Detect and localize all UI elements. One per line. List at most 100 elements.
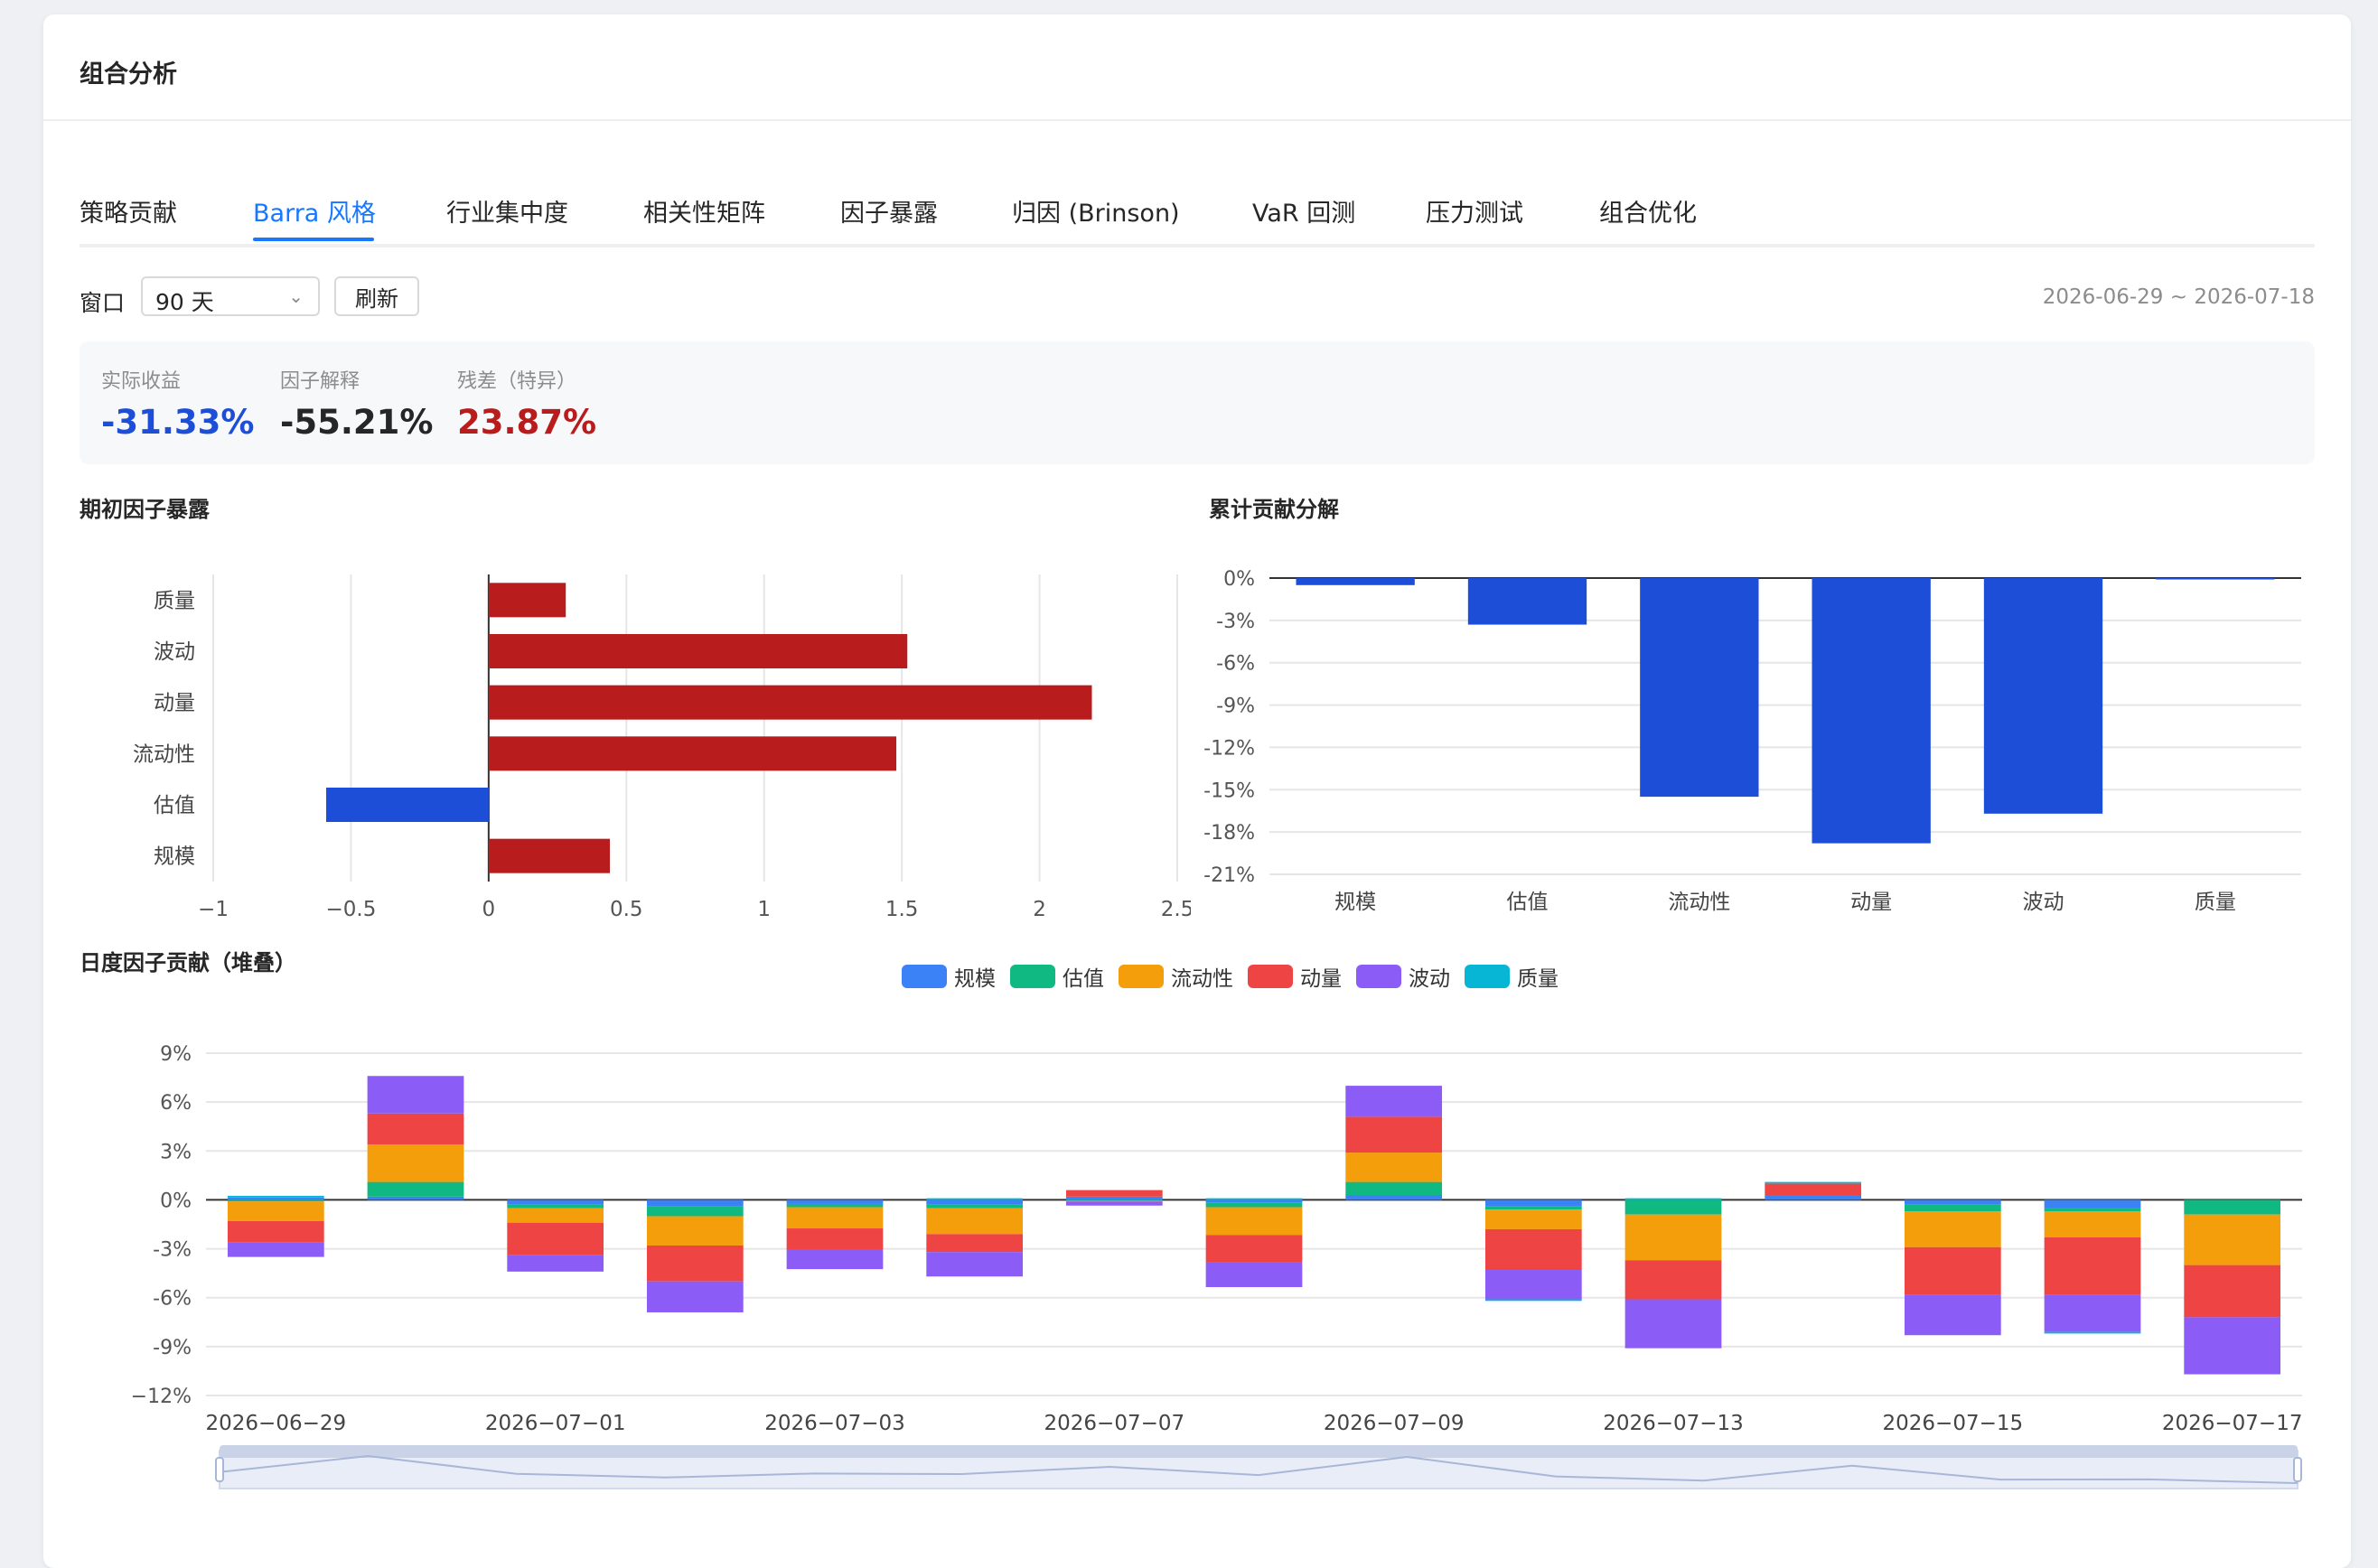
stacked-bar-segment <box>926 1198 1024 1200</box>
stat-label: 实际收益 <box>101 370 182 393</box>
legend-label: 质量 <box>1517 967 1559 991</box>
y-tick-label: 9% <box>160 1043 192 1066</box>
x-tick-label: 2026−06−29 <box>206 1412 347 1435</box>
stacked-bar-segment <box>926 1204 1024 1209</box>
tab-strategy-contribution[interactable]: 策略贡献 <box>80 193 177 229</box>
stacked-bar-segment <box>1765 1195 1862 1200</box>
stacked-bar-segment <box>1484 1209 1582 1229</box>
stacked-bar-segment <box>2044 1211 2141 1237</box>
stacked-bar-segment <box>1624 1198 1722 1200</box>
tab-barra-style[interactable]: Barra 风格 <box>253 193 376 229</box>
tab-factor-exposure[interactable]: 因子暴露 <box>840 193 938 229</box>
refresh-button[interactable]: 刷新 <box>334 276 419 316</box>
stacked-bar-segment <box>1904 1204 2001 1212</box>
stacked-bar-segment <box>1065 1201 1163 1206</box>
stacked-bar-segment <box>646 1245 744 1282</box>
legend-swatch <box>1248 965 1293 988</box>
x-tick-label: 2026−07−07 <box>1044 1412 1185 1435</box>
legend-item[interactable]: 流动性 <box>1119 963 1233 991</box>
contribution-bar <box>1812 578 1931 844</box>
title-divider <box>43 119 2351 121</box>
exposure-bar <box>488 583 566 618</box>
stacked-bar-segment <box>2184 1199 2281 1215</box>
stacked-bar-segment <box>1345 1195 1443 1200</box>
cumulative-chart: 0% -3% -6% -9% -12% -15% -18% -21% 规模 估值 流动性 动量 波动 质量 <box>1203 568 2301 914</box>
y-tick-label: 动量 <box>154 692 195 715</box>
toolbar: 窗口 90 天 ⌄ 刷新 2026-06-29 ~ 2026-07-18 <box>80 276 2315 320</box>
stacked-bar-segment <box>1624 1214 1722 1261</box>
analysis-card: 组合分析 策略贡献 Barra 风格 行业集中度 相关性矩阵 因子暴露 归因 (… <box>43 14 2351 1568</box>
stacked-bar-segment <box>1205 1198 1303 1200</box>
daily-chart-title: 日度因子贡献（堆叠） <box>80 950 296 975</box>
legend-item[interactable]: 动量 <box>1248 963 1342 991</box>
stacked-bar-segment <box>926 1199 1024 1205</box>
exposure-bar <box>488 736 897 771</box>
stacked-bar-segment <box>227 1242 324 1257</box>
chevron-down-icon: ⌄ <box>288 285 304 307</box>
window-select-value: 90 天 <box>155 289 214 315</box>
contribution-bar <box>2156 578 2275 580</box>
exposure-bar <box>325 788 489 822</box>
y-tick-label: 0% <box>1223 568 1255 591</box>
stacked-bar-segment <box>786 1249 884 1270</box>
stacked-bar-segment <box>1205 1202 1303 1208</box>
contribution-bar <box>1983 578 2103 814</box>
stats-panel: 实际收益 -31.33% 因子解释 -55.21% 残差（特异） 23.87% <box>80 341 2315 464</box>
stacked-bar-segment <box>2184 1214 2281 1265</box>
stacked-bar-segment <box>1065 1200 1163 1202</box>
stacked-bar-segment <box>367 1181 464 1197</box>
tab-var-backtest[interactable]: VaR 回测 <box>1252 193 1355 229</box>
y-tick-label: 估值 <box>154 794 195 817</box>
stacked-bar-segment <box>646 1199 744 1207</box>
legend-swatch <box>1356 965 1401 988</box>
x-tick-label: 质量 <box>2195 891 2236 914</box>
y-tick-label: 0% <box>160 1190 192 1212</box>
stacked-bar-segment <box>1205 1199 1303 1203</box>
tab-stress-test[interactable]: 压力测试 <box>1426 193 1523 229</box>
window-label: 窗口 <box>80 290 126 316</box>
legend-item[interactable]: 估值 <box>1010 963 1104 991</box>
tab-portfolio-optimization[interactable]: 组合优化 <box>1599 193 1697 229</box>
page-title: 组合分析 <box>80 61 177 89</box>
x-tick-label: −0.5 <box>325 898 376 921</box>
legend-item[interactable]: 波动 <box>1356 963 1450 991</box>
x-tick-label: 2026−07−17 <box>2162 1412 2303 1435</box>
x-tick-label: 2 <box>1033 898 1046 921</box>
stacked-bar-segment <box>2044 1294 2141 1332</box>
stacked-bar-segment <box>227 1197 324 1200</box>
legend-item[interactable]: 质量 <box>1465 963 1559 991</box>
stat-label: 残差（特异） <box>457 370 577 393</box>
cumulative-chart-title: 累计贡献分解 <box>1209 497 1339 522</box>
exposure-bar <box>488 634 908 668</box>
stacked-bar-segment <box>1765 1183 1862 1196</box>
stacked-bar-segment <box>786 1207 884 1229</box>
exposure-chart-title: 期初因子暴露 <box>80 497 210 522</box>
x-tick-label: 规模 <box>1334 891 1376 914</box>
stacked-bar-segment <box>227 1195 324 1198</box>
x-tick-label: 动量 <box>1850 891 1892 914</box>
stacked-bar-segment <box>1904 1246 2001 1295</box>
zoom-right-handle <box>2293 1457 2302 1482</box>
tab-industry-concentration[interactable]: 行业集中度 <box>446 193 568 229</box>
window-select[interactable]: 90 天 ⌄ <box>141 276 320 316</box>
y-tick-label: -3% <box>1216 611 1255 633</box>
stacked-bar-segment <box>1904 1294 2001 1336</box>
stat-residual: 残差（特异） 23.87% <box>457 365 596 442</box>
tab-correlation-matrix[interactable]: 相关性矩阵 <box>643 193 765 229</box>
stacked-bar-segment <box>367 1113 464 1145</box>
tab-brinson-attribution[interactable]: 归因 (Brinson) <box>1012 193 1180 229</box>
stacked-bar-segment <box>227 1220 324 1243</box>
stacked-bar-segment <box>507 1208 604 1223</box>
y-tick-label: −12% <box>131 1386 192 1408</box>
stat-actual-return: 实际收益 -31.33% <box>101 365 254 442</box>
x-tick-label: 波动 <box>2023 891 2064 914</box>
y-tick-label: 波动 <box>154 640 195 664</box>
legend-item[interactable]: 规模 <box>902 963 996 991</box>
x-tick-label: 2026−07−09 <box>1324 1412 1465 1435</box>
y-tick-label: 流动性 <box>133 742 195 766</box>
y-tick-label: -9% <box>1216 695 1255 718</box>
stacked-bar-segment <box>1205 1207 1303 1236</box>
y-tick-label: 质量 <box>154 589 195 612</box>
y-tick-label: -6% <box>153 1288 192 1311</box>
stacked-bar-segment <box>2044 1208 2141 1212</box>
